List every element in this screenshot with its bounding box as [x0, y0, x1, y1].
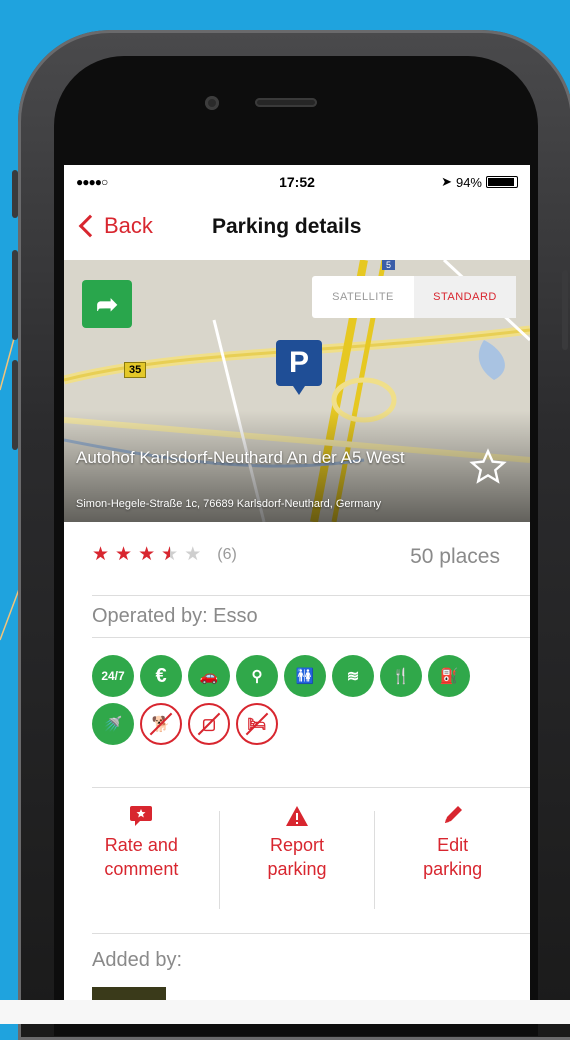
no-lighting-icon: ▢ [188, 703, 230, 745]
star-empty-icon: ★ [184, 544, 202, 565]
battery-indicator: ➤ 94% [441, 174, 518, 190]
volume-down-button [12, 360, 18, 450]
star-filled-icon: ★ [115, 544, 133, 565]
app-screen: ●●●●○ 17:52 ➤ 94% Back Parking details ➦… [64, 165, 530, 1005]
map-type-toggle: SATELLITE STANDARD [312, 276, 516, 318]
star-half-icon: ★★ [161, 544, 179, 565]
amenity-247-label: 24/7 [101, 669, 125, 683]
parking-address: Simon-Hegele-Straße 1c, 76689 Karlsdorf-… [76, 498, 382, 510]
earpiece-speaker [255, 98, 317, 107]
navigation-bar: Back Parking details [64, 199, 530, 259]
toilets-icon: 🚻 [284, 655, 326, 697]
places-count: 50 places [410, 545, 500, 568]
action-bar: Rate and comment Report parking Edit par… [64, 805, 530, 915]
pencil-icon [441, 805, 465, 833]
rating-stars: ★ ★ ★ ★★ ★ [92, 543, 201, 566]
battery-percent: 94% [455, 174, 482, 190]
amenity-euro-label: € [155, 664, 167, 687]
front-camera [205, 96, 219, 110]
divider [92, 637, 530, 638]
divider [92, 595, 530, 596]
car-repair-icon: 🚗 [188, 655, 230, 697]
report-label: Report parking [267, 835, 327, 879]
edit-label: Edit parking [423, 835, 483, 879]
open-24-7-icon: 24/7 [92, 655, 134, 697]
comment-star-icon [129, 805, 153, 833]
warning-icon [285, 805, 309, 833]
road-shield-35: 35 [124, 362, 147, 378]
directions-button[interactable]: ➦ [82, 280, 132, 328]
back-label: Back [104, 213, 153, 238]
standard-toggle[interactable]: STANDARD [414, 276, 516, 318]
status-bar: ●●●●○ 17:52 ➤ 94% [64, 165, 530, 199]
mute-switch [12, 170, 18, 218]
added-by-label: Added by: [92, 949, 183, 971]
favorite-star-icon[interactable] [468, 448, 508, 486]
restaurant-icon: 🍴 [380, 655, 422, 697]
operator: Operated by: Esso [92, 605, 258, 627]
location-pin-icon: ⚲ [236, 655, 278, 697]
location-arrow-icon: ➤ [441, 174, 452, 189]
map-view[interactable]: ➦ SATELLITE STANDARD 5 35 P Autohof Karl… [64, 260, 530, 522]
turn-right-icon: ➦ [96, 288, 118, 319]
road-shield-5: 5 [382, 260, 396, 270]
rating-count: (6) [217, 545, 237, 563]
report-parking-button[interactable]: Report parking [220, 805, 375, 915]
back-button[interactable]: Back [76, 213, 153, 239]
rate-and-comment-button[interactable]: Rate and comment [64, 805, 219, 915]
no-dogs-icon: 🐕 [140, 703, 182, 745]
edit-parking-button[interactable]: Edit parking [375, 805, 530, 915]
fuel-icon: ⛽ [428, 655, 470, 697]
parking-name: Autohof Karlsdorf-Neuthard An der A5 Wes… [76, 448, 405, 467]
paid-euro-icon: € [140, 655, 182, 697]
volume-up-button [12, 250, 18, 340]
parking-pin-icon[interactable]: P [276, 340, 322, 395]
no-hotel-icon: 🛏 [236, 703, 278, 745]
battery-icon [486, 176, 518, 188]
shower-icon: 🚿 [92, 703, 134, 745]
satellite-toggle[interactable]: SATELLITE [312, 276, 414, 318]
amenities: 24/7 € 🚗 ⚲ 🚻 ≋ 🍴 ⛽ 🚿 🐕 ▢ 🛏 [92, 655, 512, 745]
star-filled-icon: ★ [138, 544, 156, 565]
star-filled-icon: ★ [92, 544, 110, 565]
divider [92, 787, 530, 788]
page-title: Parking details [212, 215, 362, 238]
chevron-left-icon [78, 214, 102, 238]
rate-label: Rate and comment [104, 835, 179, 879]
bottom-strip [0, 1000, 570, 1024]
rating: ★ ★ ★ ★★ ★ (6) [92, 543, 237, 566]
power-button [562, 270, 568, 350]
wifi-icon: ≋ [332, 655, 374, 697]
divider [92, 933, 530, 934]
